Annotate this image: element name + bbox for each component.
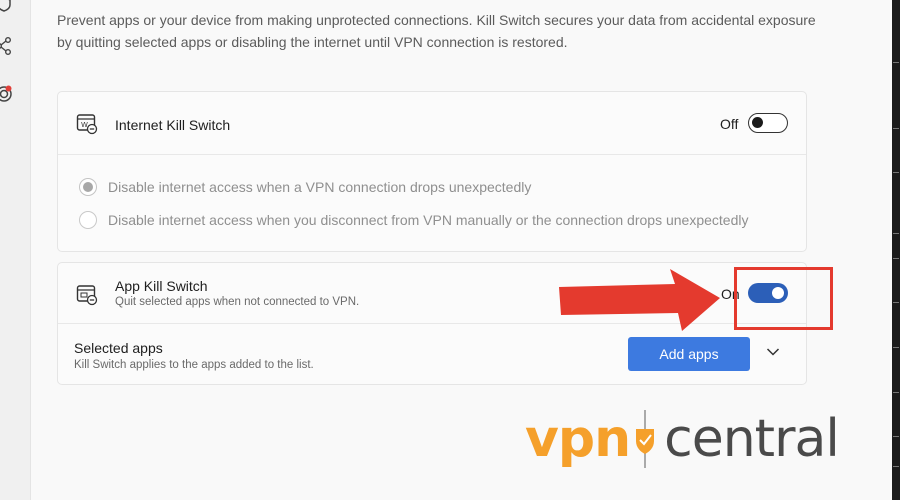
shield-icon[interactable] — [0, 0, 14, 14]
radio-button[interactable] — [79, 211, 97, 229]
internet-kill-switch-state-label: Off — [720, 116, 739, 132]
chevron-down-icon[interactable] — [766, 347, 780, 357]
selected-apps-title: Selected apps — [74, 340, 163, 356]
add-apps-button[interactable]: Add apps — [628, 337, 750, 371]
watermark-central: central — [664, 409, 840, 469]
app-kill-switch-icon — [76, 285, 98, 306]
internet-kill-switch-toggle[interactable] — [748, 113, 788, 133]
radio-button[interactable] — [79, 178, 97, 196]
internet-kill-switch-title: Internet Kill Switch — [115, 117, 231, 133]
svg-text:W: W — [81, 121, 88, 129]
annotation-highlight-box — [734, 267, 833, 330]
option-label: Disable internet access when you disconn… — [108, 212, 749, 228]
option-drop-unexpectedly[interactable]: Disable internet access when a VPN conne… — [79, 178, 531, 196]
share-icon[interactable] — [0, 36, 14, 56]
annotation-arrow — [559, 269, 720, 331]
selected-apps-subtitle: Kill Switch applies to the apps added to… — [74, 359, 314, 371]
watermark-shield-icon — [636, 410, 655, 468]
side-rail — [0, 0, 31, 500]
kill-switch-description: Prevent apps or your device from making … — [57, 12, 816, 50]
option-label: Disable internet access when a VPN conne… — [108, 179, 532, 195]
vpncentral-watermark: vpn central — [525, 403, 840, 475]
watermark-vpn: vpn — [525, 409, 631, 469]
app-kill-switch-title: App Kill Switch — [115, 278, 208, 294]
internet-kill-switch-icon: W — [76, 114, 98, 135]
option-disconnect-manually[interactable]: Disable internet access when you disconn… — [79, 211, 748, 229]
internet-kill-switch-card: W Internet Kill Switch Off Disable inter… — [57, 91, 807, 252]
app-kill-switch-subtitle: Quit selected apps when not connected to… — [115, 296, 360, 308]
right-edge-strip — [892, 0, 900, 500]
target-icon[interactable] — [0, 84, 14, 104]
